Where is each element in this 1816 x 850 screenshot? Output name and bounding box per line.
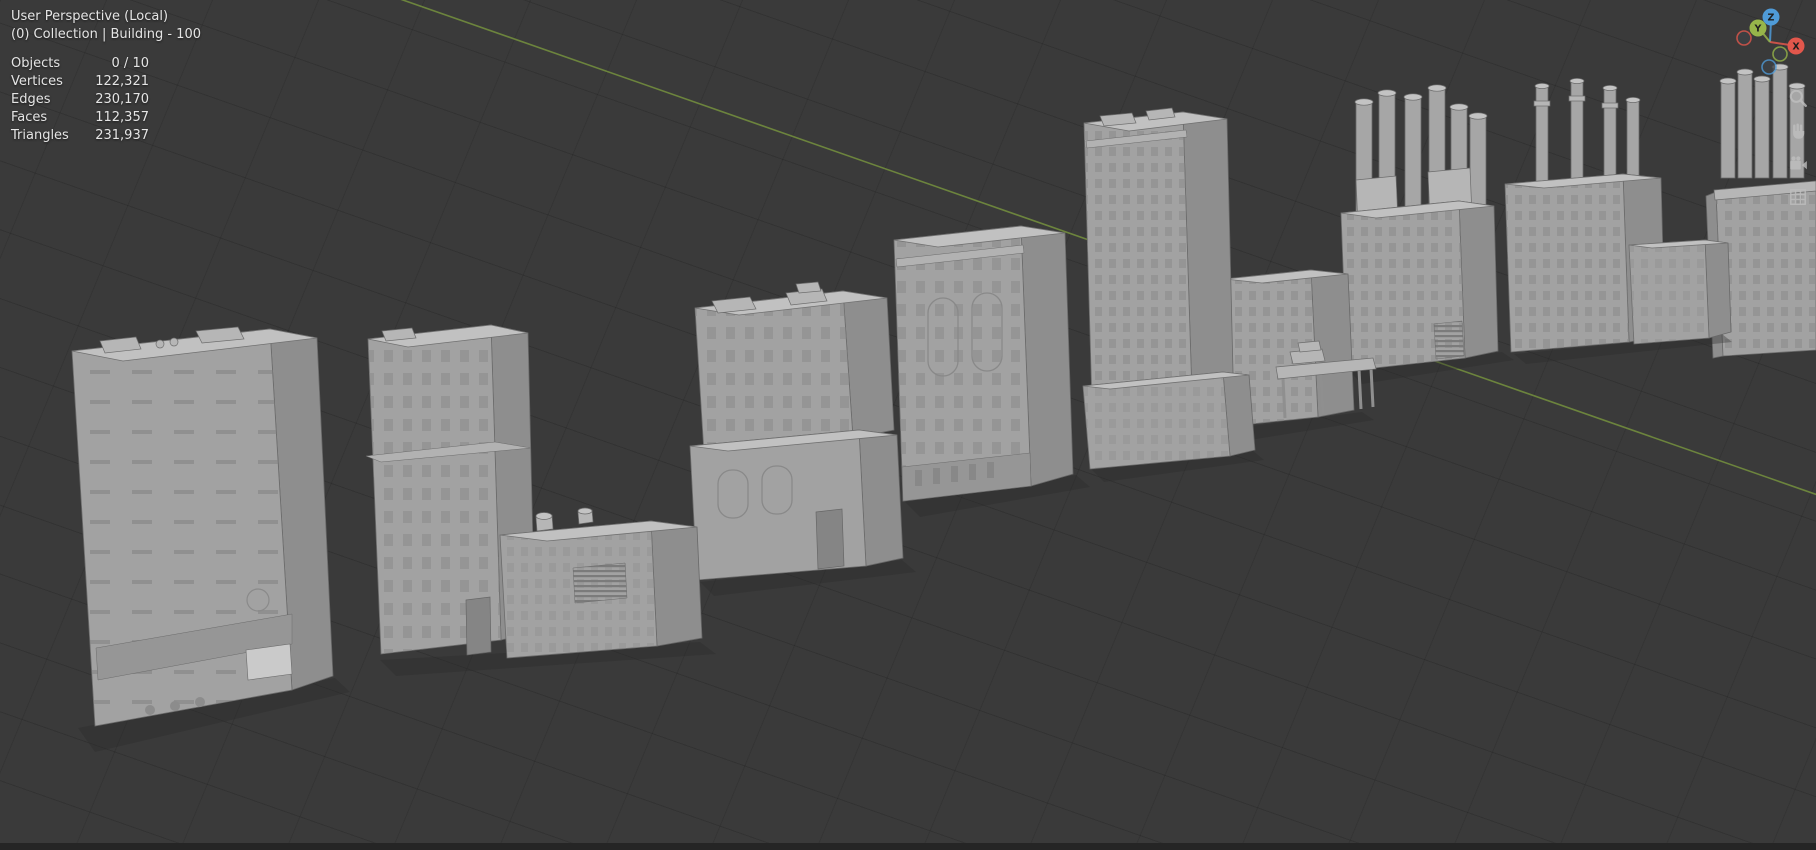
- chimney-cap: [1354, 98, 1374, 106]
- perspective-label: User Perspective (Local): [11, 9, 169, 24]
- base-detail: [987, 462, 994, 478]
- stat-value: 112,357: [95, 110, 149, 125]
- roof-vent-cap: [535, 512, 553, 520]
- chimney-cap: [1569, 78, 1585, 84]
- zoom-icon[interactable]: [1788, 88, 1808, 108]
- chimney-collar: [1601, 102, 1619, 109]
- ac-unit: [795, 281, 822, 294]
- chimney: [1720, 80, 1736, 179]
- building-3-object[interactable]: [689, 281, 916, 596]
- base-arch: [195, 697, 205, 707]
- chimney-cap: [1534, 83, 1550, 89]
- statistics-block: Objects 0 / 10 Vertices 122,321 Edges 23…: [11, 55, 201, 145]
- annex-window-grid: [1629, 240, 1709, 344]
- chimney: [1737, 71, 1753, 179]
- base-detail: [915, 470, 922, 486]
- canopy-leg: [1357, 368, 1363, 410]
- base-detail: [969, 464, 976, 480]
- canopy-leg: [1319, 373, 1325, 415]
- base-side-face: [858, 429, 904, 567]
- x-axis-negative-ball[interactable]: [1736, 30, 1752, 46]
- doorway: [465, 596, 492, 656]
- stat-row: Vertices 122,321: [11, 73, 201, 91]
- stat-row: Triangles 231,937: [11, 127, 201, 145]
- side-face: [1458, 200, 1499, 359]
- building-8-object[interactable]: [1504, 78, 1732, 364]
- chimney: [1754, 78, 1770, 179]
- chimney: [1404, 96, 1422, 223]
- viewport-scene: [71, 0, 1816, 752]
- window-grid: [695, 291, 853, 453]
- window-border: [0, 843, 1816, 850]
- stat-value: 0 / 10: [111, 56, 149, 71]
- base-detail: [951, 466, 958, 482]
- roof-pipe: [169, 337, 179, 347]
- stat-row: Edges 230,170: [11, 91, 201, 109]
- stat-value: 122,321: [95, 74, 149, 89]
- viewport-overlay-text: User Perspective (Local) (0) Collection …: [11, 8, 201, 145]
- chimney: [1626, 99, 1640, 186]
- sign-panel: [245, 643, 293, 681]
- chimney-collar: [1533, 100, 1551, 107]
- roof-pipe: [155, 339, 165, 349]
- building-1-object[interactable]: [71, 326, 350, 752]
- x-axis-stem: [1769, 41, 1791, 46]
- canopy-leg: [1369, 367, 1375, 408]
- stat-label: Vertices: [11, 74, 63, 89]
- stat-label: Faces: [11, 110, 48, 125]
- viewport-side-toolbar: [1788, 88, 1808, 207]
- chimney-cap: [1449, 103, 1469, 111]
- chimney: [1603, 87, 1617, 186]
- stat-label: Edges: [11, 92, 51, 107]
- canopy-leg: [1281, 378, 1287, 419]
- z-axis-label: Z: [1768, 13, 1775, 24]
- z-axis-negative-ball[interactable]: [1761, 59, 1777, 75]
- window-grid: [1505, 174, 1629, 352]
- pan-hand-icon[interactable]: [1788, 121, 1808, 141]
- orthographic-grid-icon[interactable]: [1788, 187, 1808, 207]
- y-axis-negative-ball[interactable]: [1772, 46, 1788, 62]
- annex-side-face: [650, 520, 703, 647]
- chimney: [1772, 66, 1788, 179]
- chimney-cap: [1468, 112, 1488, 120]
- doorway: [815, 508, 845, 570]
- chimney-cap: [1625, 97, 1641, 103]
- x-axis-label: X: [1792, 42, 1800, 53]
- camera-view-icon[interactable]: [1788, 154, 1808, 174]
- base-arch: [145, 705, 155, 715]
- louver-vent: [1433, 320, 1465, 360]
- y-axis-label: Y: [1754, 24, 1762, 35]
- stat-label: Triangles: [11, 128, 69, 143]
- chimney-cap: [1403, 93, 1423, 101]
- base-detail: [933, 468, 940, 484]
- base-arch: [170, 701, 180, 711]
- building-2-object[interactable]: [365, 324, 716, 676]
- annex-side-face: [1704, 239, 1732, 339]
- louver-vent: [572, 562, 628, 604]
- stat-value: 230,170: [95, 92, 149, 107]
- building-4-object[interactable]: [893, 225, 1090, 517]
- stat-row: Faces 112,357: [11, 109, 201, 127]
- chimney-cap: [1427, 84, 1447, 92]
- chimney-cap: [1377, 89, 1397, 97]
- building-7-object[interactable]: [1340, 84, 1514, 384]
- chimney-collar: [1568, 95, 1586, 102]
- stat-value: 231,937: [95, 128, 149, 143]
- navigation-gizmo[interactable]: Z X Y: [1732, 4, 1808, 80]
- chimney-cap: [1602, 85, 1618, 91]
- roof-vent-cap: [577, 507, 593, 515]
- 3d-viewport[interactable]: [0, 0, 1816, 850]
- stat-row: Objects 0 / 10: [11, 55, 201, 73]
- collection-label: (0) Collection | Building - 100: [11, 27, 201, 42]
- stat-label: Objects: [11, 56, 61, 71]
- rooftop-box: [1297, 340, 1322, 353]
